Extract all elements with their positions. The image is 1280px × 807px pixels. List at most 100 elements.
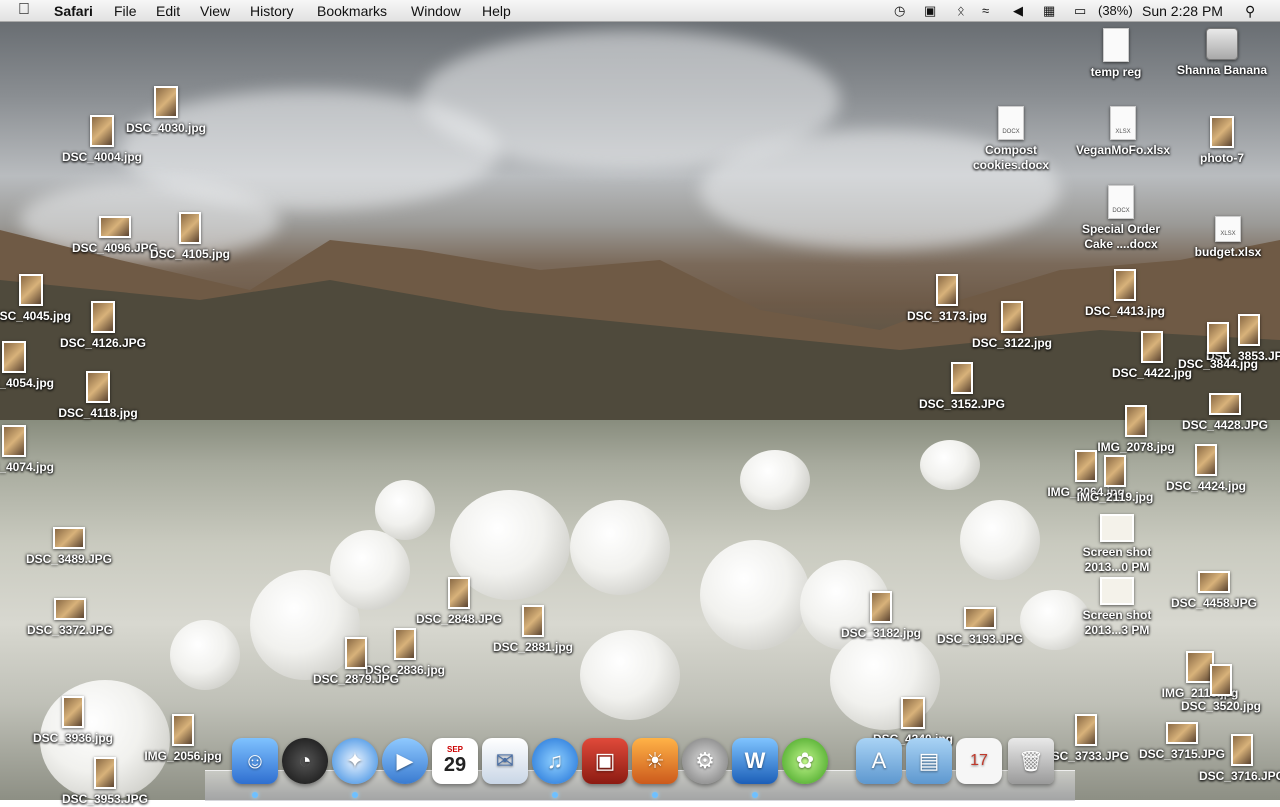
desktop-file-icon[interactable]: DSC_3520.jpg — [1166, 664, 1276, 714]
desktop-file-icon[interactable]: DSC_3152.JPG — [907, 362, 1017, 412]
photo-thumbnail-icon — [870, 591, 892, 623]
photo-thumbnail-icon — [951, 362, 973, 394]
desktop-file-icon[interactable]: DOCX Compost cookies.docx — [956, 106, 1066, 173]
photo-thumbnail-icon — [1231, 734, 1253, 766]
dock-calendar-icon[interactable]: SEP 29 — [432, 738, 478, 784]
dock-running-indicator — [352, 792, 358, 798]
photo-thumbnail-icon — [345, 637, 367, 669]
photo-thumbnail-icon — [964, 607, 996, 629]
time-machine-icon[interactable]: ◷ — [894, 3, 905, 19]
desktop-file-icon[interactable]: DOCX Special Order Cake ....docx — [1066, 185, 1176, 252]
photo-thumbnail-icon — [179, 212, 201, 244]
dock-system-preferences-icon[interactable]: ⚙ — [682, 738, 728, 784]
photo-thumbnail-icon — [1141, 331, 1163, 363]
dock-running-indicator — [252, 792, 258, 798]
menu-bar:  Safari File Edit View History Bookmark… — [0, 0, 1280, 22]
menu-view[interactable]: View — [200, 3, 230, 19]
desktop-file-icon[interactable]: temp reg — [1061, 28, 1171, 80]
dock-messages-icon[interactable]: ✿ — [782, 738, 828, 784]
dock-safari-icon[interactable]: ✦ — [332, 738, 378, 784]
photo-thumbnail-icon — [1114, 269, 1136, 301]
photo-thumbnail-icon — [1210, 116, 1234, 148]
desktop-file-icon[interactable]: DSC_3182.jpg — [826, 591, 936, 641]
menu-window[interactable]: Window — [411, 3, 461, 19]
desktop-file-icon[interactable]: DSC_3844.jpg — [1163, 322, 1273, 372]
dock-calendar-stack-icon[interactable]: 17 — [956, 738, 1002, 784]
dock-running-indicator — [652, 792, 658, 798]
dock-dashboard-icon[interactable]: ◔ — [282, 738, 328, 784]
desktop-file-icon[interactable]: DSC_4074.jpg — [0, 425, 69, 475]
photo-thumbnail-icon — [94, 757, 116, 789]
dock-trash-icon[interactable]: 🗑 — [1008, 738, 1054, 784]
photo-thumbnail-icon — [99, 216, 131, 238]
desktop-file-icon[interactable]: DSC_4458.JPG — [1159, 571, 1269, 611]
photo-thumbnail-icon — [86, 371, 110, 403]
desktop-file-icon[interactable]: DSC_2879.JPG — [301, 637, 411, 687]
dock-finder-icon[interactable]: ☺ — [232, 738, 278, 784]
app-menu-safari[interactable]: Safari — [54, 3, 93, 19]
keyboard-icon[interactable]: ▦ — [1043, 3, 1055, 19]
desktop-file-icon[interactable]: photo-7 — [1167, 116, 1277, 166]
wifi-icon[interactable]: ≈ — [982, 3, 989, 18]
desktop-file-icon[interactable]: DSC_3372.JPG — [15, 598, 125, 638]
xlsx-document-icon: XLSX — [1215, 216, 1241, 242]
dock-preview-icon[interactable]: ✉ — [482, 738, 528, 784]
dock-word-icon[interactable]: W — [732, 738, 778, 784]
wallpaper-flower — [170, 620, 240, 690]
spotlight-icon[interactable]: ⚲ — [1245, 3, 1255, 20]
bluetooth-icon[interactable]: ᛟ — [957, 3, 965, 18]
dock-applications-folder-icon[interactable]: A — [856, 738, 902, 784]
desktop-file-icon[interactable]: DSC_2881.jpg — [478, 605, 588, 655]
desktop-file-icon[interactable]: XLSX budget.xlsx — [1173, 216, 1280, 260]
photo-thumbnail-icon — [901, 697, 925, 729]
photo-thumbnail-icon — [1125, 405, 1147, 437]
wallpaper-flower — [580, 630, 680, 720]
dock-photo-booth-icon[interactable]: ▣ — [582, 738, 628, 784]
desktop-drive-icon[interactable]: Shanna Banana — [1167, 28, 1277, 78]
desktop-file-icon[interactable]: DSC_3936.jpg — [18, 696, 128, 746]
dock-iphoto-icon[interactable]: ☀ — [632, 738, 678, 784]
menu-clock[interactable]: Sun 2:28 PM — [1142, 3, 1223, 19]
battery-percent[interactable]: (38%) — [1098, 3, 1133, 18]
apple-icon[interactable]:  — [18, 1, 30, 19]
desktop-file-icon[interactable]: XLSX VeganMoFo.xlsx — [1068, 106, 1178, 158]
desktop-file-icon[interactable]: Screen shot 2013...3 PM — [1062, 577, 1172, 638]
photo-thumbnail-icon — [1210, 664, 1232, 696]
photo-thumbnail-icon — [2, 425, 26, 457]
menu-bookmarks[interactable]: Bookmarks — [317, 3, 387, 19]
dock-documents-folder-icon[interactable]: ▤ — [906, 738, 952, 784]
desktop-file-icon[interactable]: DSC_3193.JPG — [925, 607, 1035, 647]
dock-itunes-icon[interactable]: ♫ — [532, 738, 578, 784]
volume-icon[interactable]: ◀ — [1013, 3, 1023, 19]
desktop-file-icon[interactable]: DSC_4118.jpg — [43, 371, 153, 421]
photo-thumbnail-icon — [1207, 322, 1229, 354]
desktop-file-icon[interactable]: DSC_3716.JPG — [1187, 734, 1280, 784]
dock-facetime-icon[interactable]: ▶ — [382, 738, 428, 784]
desktop-file-icon[interactable]: DSC_3122.jpg — [957, 301, 1067, 351]
document-icon — [1103, 28, 1129, 62]
menu-history[interactable]: History — [250, 3, 294, 19]
dock-running-indicator — [552, 792, 558, 798]
screenshot-icon — [1100, 514, 1134, 542]
desktop-file-icon[interactable]: Screen shot 2013...0 PM — [1062, 514, 1172, 575]
photo-thumbnail-icon — [54, 598, 86, 620]
photo-thumbnail-icon — [1195, 444, 1217, 476]
desktop-file-icon[interactable]: DSC_4424.jpg — [1151, 444, 1261, 494]
desktop-file-icon[interactable]: DSC_4413.jpg — [1070, 269, 1180, 319]
photo-thumbnail-icon — [522, 605, 544, 637]
desktop-file-icon[interactable]: IMG_2056.jpg — [128, 714, 238, 764]
photo-thumbnail-icon — [154, 86, 178, 118]
display-icon[interactable]: ▣ — [924, 3, 936, 19]
desktop-file-icon[interactable]: DSC_4004.jpg — [47, 115, 157, 165]
photo-thumbnail-icon — [1198, 571, 1230, 593]
menu-file[interactable]: File — [114, 3, 137, 19]
photo-thumbnail-icon — [53, 527, 85, 549]
wallpaper-flower — [375, 480, 435, 540]
desktop-file-icon[interactable]: DSC_4105.jpg — [135, 212, 245, 262]
dock-running-indicator — [752, 792, 758, 798]
battery-icon[interactable]: ▭ — [1074, 3, 1086, 19]
photo-thumbnail-icon — [90, 115, 114, 147]
menu-edit[interactable]: Edit — [156, 3, 180, 19]
desktop-file-icon[interactable]: DSC_3489.JPG — [14, 527, 124, 567]
menu-help[interactable]: Help — [482, 3, 511, 19]
